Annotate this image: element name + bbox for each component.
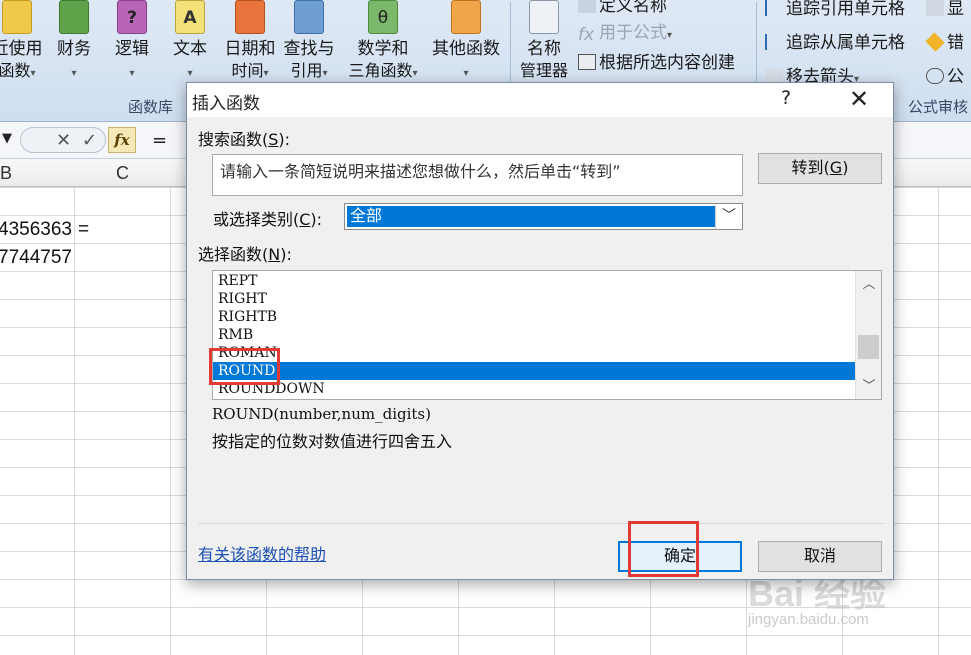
scrollbar-thumb[interactable] [858,335,879,359]
group-label-formula-auditing: 公式审核 [908,98,969,116]
define-name-button[interactable]: 定义名称 [578,0,667,16]
search-function-label: 搜索函数(S): [198,130,291,149]
group-label-function-library: 函数库 [128,98,174,116]
theta-book-icon: θ [368,0,398,34]
show-formulas-icon [926,0,944,16]
financial-button[interactable]: 财务 ▾ [54,0,94,85]
create-from-selection-button[interactable]: 根据所选内容创建 [578,48,735,73]
name-box-dropdown[interactable]: ▼ [2,131,12,146]
table-grid-icon [578,54,596,70]
highlight-box-ok [628,521,699,577]
books-icon [451,0,481,34]
cell-b3[interactable]: 7744757 [0,247,72,269]
formula-content[interactable]: = [152,130,167,151]
divider [198,523,884,524]
more-functions-button[interactable]: 其他函数 ▾ [428,0,504,85]
column-header-c[interactable]: C [116,163,129,184]
evaluate-formula-button[interactable]: 公 [926,62,964,87]
cancel-button[interactable]: 取消 [758,541,882,572]
insert-function-dialog: 插入函数 ? ✕ 搜索函数(S): 请输入一条简短说明来描述您想做什么，然后单击… [186,82,894,580]
help-button[interactable]: ? [781,87,791,109]
name-manager-button[interactable]: 名称 管理器 [515,0,573,82]
chevron-down-icon[interactable]: ﹀ [715,204,742,229]
function-help-link[interactable]: 有关该函数的帮助 [198,541,326,565]
define-name-icon [578,0,596,13]
cancel-entry-button[interactable]: ✕ [56,130,71,151]
star-icon [2,0,32,34]
name-manager-icon [529,0,559,34]
date-time-button[interactable]: 日期和 时间▾ [222,0,278,85]
trace-precedents-icon [765,0,783,16]
text-button[interactable]: A 文本 ▾ [170,0,210,85]
chevron-down-icon[interactable]: ﹀ [856,375,881,394]
trace-dependents-button[interactable]: 追踪从属单元格 [765,28,905,53]
trace-precedents-button[interactable]: 追踪引用单元格 [765,0,905,19]
trace-dependents-icon [765,34,783,50]
list-item-selected[interactable]: ROUND [213,362,855,380]
category-select[interactable]: 全部 ﹀ [344,203,743,230]
chevron-up-icon[interactable]: ︿ [856,273,881,292]
list-item[interactable]: RIGHTB [213,308,855,326]
error-checking-button[interactable]: 错 [925,28,964,53]
cell-c2[interactable]: = [78,219,89,241]
column-header-b[interactable]: B [0,163,12,184]
list-item[interactable]: RMB [213,326,855,344]
search-function-input[interactable]: 请输入一条简短说明来描述您想做什么，然后单击“转到” [212,154,743,196]
category-label: 或选择类别(C): [213,210,323,229]
list-item[interactable]: ROUNDDOWN [213,380,855,398]
fx-small-icon: fx [578,25,595,45]
function-description: 按指定的位数对数值进行四舍五入 [212,432,453,451]
cell-b2[interactable]: 4356363 [0,219,72,241]
select-function-label: 选择函数(N): [198,245,292,264]
logical-button[interactable]: ? 逻辑 ▾ [112,0,152,85]
function-list[interactable]: REPT RIGHT RIGHTB RMB ROMAN ROUND ROUNDD… [212,270,882,400]
math-trig-button[interactable]: θ 数学和 三角函数▾ [340,0,426,85]
magnifier-book-icon [294,0,324,34]
list-scrollbar[interactable]: ︿ ﹀ [855,271,881,399]
logic-book-icon: ? [117,0,147,34]
insert-function-button[interactable]: fx [108,127,136,153]
list-item[interactable]: RIGHT [213,290,855,308]
go-button[interactable]: 转到(G) [758,153,882,184]
list-item[interactable]: ROMAN [213,344,855,362]
calendar-book-icon [235,0,265,34]
warning-diamond-icon [925,32,945,52]
evaluate-icon [926,68,944,84]
lookup-reference-button[interactable]: 查找与 引用▾ [281,0,337,85]
finance-book-icon [59,0,89,34]
recently-used-button[interactable]: 近使用 函数▾ [0,0,46,85]
use-in-formula-button[interactable]: fx 用于公式▾ [578,18,672,45]
close-button[interactable]: ✕ [847,85,871,113]
baidu-watermark-url: jingyan.baidu.com [748,611,869,628]
dialog-title: 插入函数 [192,94,260,114]
function-syntax: ROUND(number,num_digits) [212,405,431,423]
list-item[interactable]: REPT [213,272,855,290]
show-formulas-button[interactable]: 显 [926,0,964,19]
text-book-icon: A [175,0,205,34]
highlight-box-round [209,348,280,385]
confirm-entry-button[interactable]: ✓ [82,130,97,151]
dialog-title-bar[interactable]: 插入函数 ? ✕ [187,83,893,117]
category-value: 全部 [347,206,715,227]
